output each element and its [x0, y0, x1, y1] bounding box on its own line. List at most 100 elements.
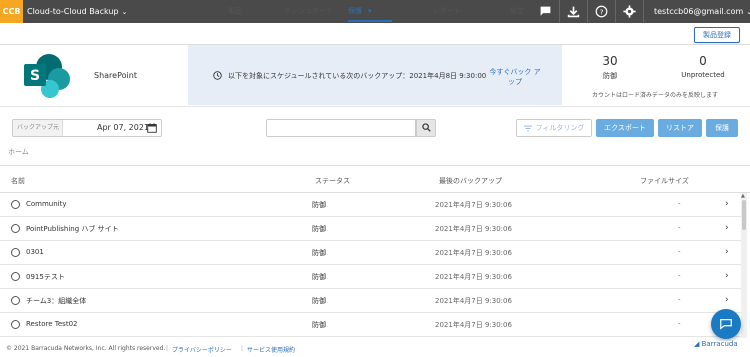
row-name: チーム3：組織全体 — [26, 297, 87, 305]
row-select-radio[interactable] — [11, 200, 20, 209]
footer-divider: | — [241, 345, 244, 352]
gear-icon[interactable] — [623, 5, 636, 18]
toolbar-divider — [559, 0, 560, 23]
row-status: 防御 — [312, 273, 326, 281]
unprotected-label: Unprotected — [681, 71, 725, 79]
row-last-backup: 2021年4月7日 9:30:06 — [435, 321, 512, 329]
scrollbar-thumb[interactable] — [742, 200, 746, 230]
protect-button[interactable]: 保護 — [706, 119, 738, 137]
clock-icon — [213, 71, 222, 80]
row-name: Community — [26, 200, 67, 208]
search-button[interactable] — [416, 119, 436, 137]
svg-text:?: ? — [600, 7, 604, 16]
chevron-right-icon[interactable]: › — [725, 199, 729, 209]
chevron-down-icon: ⌄ — [121, 8, 128, 16]
row-status: 防御 — [312, 225, 326, 233]
table-row[interactable]: Restore Test02 防御 2021年4月7日 9:30:06 - — [0, 313, 742, 337]
search-icon — [422, 123, 431, 132]
row-size: - — [678, 200, 681, 208]
row-select-radio[interactable] — [11, 272, 20, 281]
row-last-backup: 2021年4月7日 9:30:06 — [435, 273, 512, 281]
chevron-right-icon[interactable]: › — [725, 271, 729, 281]
row-size: - — [678, 296, 681, 304]
app-logo: CCB — [0, 0, 23, 23]
row-last-backup: 2021年4月7日 9:30:06 — [435, 225, 512, 233]
row-select-radio[interactable] — [11, 296, 20, 305]
brand-name: Barracuda — [701, 340, 738, 348]
table-row[interactable]: チーム3：組織全体 防御 2021年4月7日 9:30:06 - › — [0, 289, 742, 313]
row-status: 防御 — [312, 321, 326, 329]
nav-item-dashboard[interactable]: ダッシュボード — [284, 0, 333, 22]
restore-button[interactable]: リストア — [658, 119, 702, 137]
row-status: 防御 — [312, 297, 326, 305]
main-nav — [0, 23, 750, 45]
table-row[interactable]: PointPublishing ハブ サイト 防御 2021年4月7日 9:30… — [0, 217, 742, 241]
filter-icon — [523, 125, 532, 131]
chevron-right-icon[interactable]: › — [725, 223, 729, 233]
product-register-button[interactable]: 製品登録 — [694, 27, 740, 43]
chat-icon — [720, 319, 732, 330]
row-size: - — [678, 272, 681, 280]
protected-label: 防御 — [603, 72, 617, 80]
row-name: PointPublishing ハブ サイト — [26, 225, 119, 233]
toolbar-divider — [587, 0, 588, 23]
filter-button[interactable]: フィルタリング — [516, 119, 592, 137]
row-select-radio[interactable] — [11, 248, 20, 257]
export-button[interactable]: エクスポート — [596, 119, 654, 137]
app-switcher[interactable]: Cloud-to-Cloud Backup ⌄ — [27, 0, 127, 23]
breadcrumb[interactable]: ホーム — [8, 147, 29, 157]
privacy-policy-link[interactable]: プライバシーポリシー — [172, 345, 232, 354]
nav-item-products[interactable]: 製品 — [228, 0, 242, 22]
messages-icon[interactable] — [539, 5, 552, 18]
nav-item-label: 保護 — [348, 7, 362, 15]
chat-button[interactable] — [711, 309, 741, 339]
row-select-radio[interactable] — [11, 224, 20, 233]
row-name: 0301 — [26, 248, 44, 256]
calendar-icon[interactable] — [147, 123, 157, 133]
nav-item-settings[interactable]: 設定 — [510, 0, 524, 22]
row-last-backup: 2021年4月7日 9:30:06 — [435, 201, 512, 209]
chevron-right-icon[interactable]: › — [725, 247, 729, 257]
table-row[interactable]: 0301 防御 2021年4月7日 9:30:06 - › — [0, 241, 742, 265]
toolbar-divider — [615, 0, 616, 23]
chevron-right-icon[interactable]: › — [725, 295, 729, 305]
column-header-status[interactable]: ステータス — [315, 176, 350, 186]
row-status: 防御 — [312, 249, 326, 257]
table-row[interactable]: Community 防御 2021年4月7日 9:30:06 - › — [0, 193, 742, 217]
row-select-radio[interactable] — [11, 320, 20, 329]
nav-item-protect[interactable]: 保護 ▾ — [348, 0, 392, 22]
scroll-up-icon[interactable]: ▲ — [741, 193, 745, 199]
user-menu[interactable]: testccb06@gmail.com ⌄ — [654, 0, 750, 23]
column-header-name[interactable]: 名前 — [11, 176, 25, 186]
terms-of-service-link[interactable]: サービス使用規約 — [247, 345, 295, 354]
backup-date-picker[interactable]: バックアップ元 Apr 07, 2021 — [12, 119, 162, 137]
table-header: 名前 ステータス 最後のバックアップ ファイルサイズ — [0, 165, 750, 193]
date-prefix-label: バックアップ元 — [13, 120, 63, 136]
search-input[interactable] — [266, 119, 416, 137]
row-size: - — [678, 320, 681, 328]
protected-count: 30 — [602, 54, 618, 68]
unprotected-count: 0 — [699, 54, 707, 68]
protected-stat: 30 防御 — [595, 54, 625, 81]
footer-divider: | — [166, 345, 169, 352]
nav-item-reports[interactable]: レポート — [433, 0, 461, 22]
row-last-backup: 2021年4月7日 9:30:06 — [435, 297, 512, 305]
unprotected-stat: 0 Unprotected — [675, 54, 731, 79]
schedule-text: 以下を対象にスケジュールされている次のバックアップ：2021年4月8日 9:30… — [228, 72, 487, 80]
row-name: 0915テスト — [26, 273, 65, 281]
backup-now-link[interactable]: 今すぐバック アップ — [489, 67, 541, 87]
date-value: Apr 07, 2021 — [97, 123, 150, 132]
row-size: - — [678, 224, 681, 232]
toolbar-divider — [643, 0, 644, 23]
column-header-file-size[interactable]: ファイルサイズ — [640, 176, 689, 186]
table-row[interactable]: 0915テスト 防御 2021年4月7日 9:30:06 - › — [0, 265, 742, 289]
column-header-last-backup[interactable]: 最後のバックアップ — [439, 176, 502, 186]
row-last-backup: 2021年4月7日 9:30:06 — [435, 249, 512, 257]
chevron-down-icon: ⌄ — [746, 8, 750, 16]
copyright-text: © 2021 Barracuda Networks, Inc. All righ… — [6, 345, 166, 352]
download-icon[interactable] — [567, 5, 580, 18]
sharepoint-logo-icon: S — [24, 54, 70, 98]
row-size: - — [678, 248, 681, 256]
barracuda-mark-icon: ◢ — [694, 340, 700, 348]
help-icon[interactable]: ? — [595, 5, 608, 18]
